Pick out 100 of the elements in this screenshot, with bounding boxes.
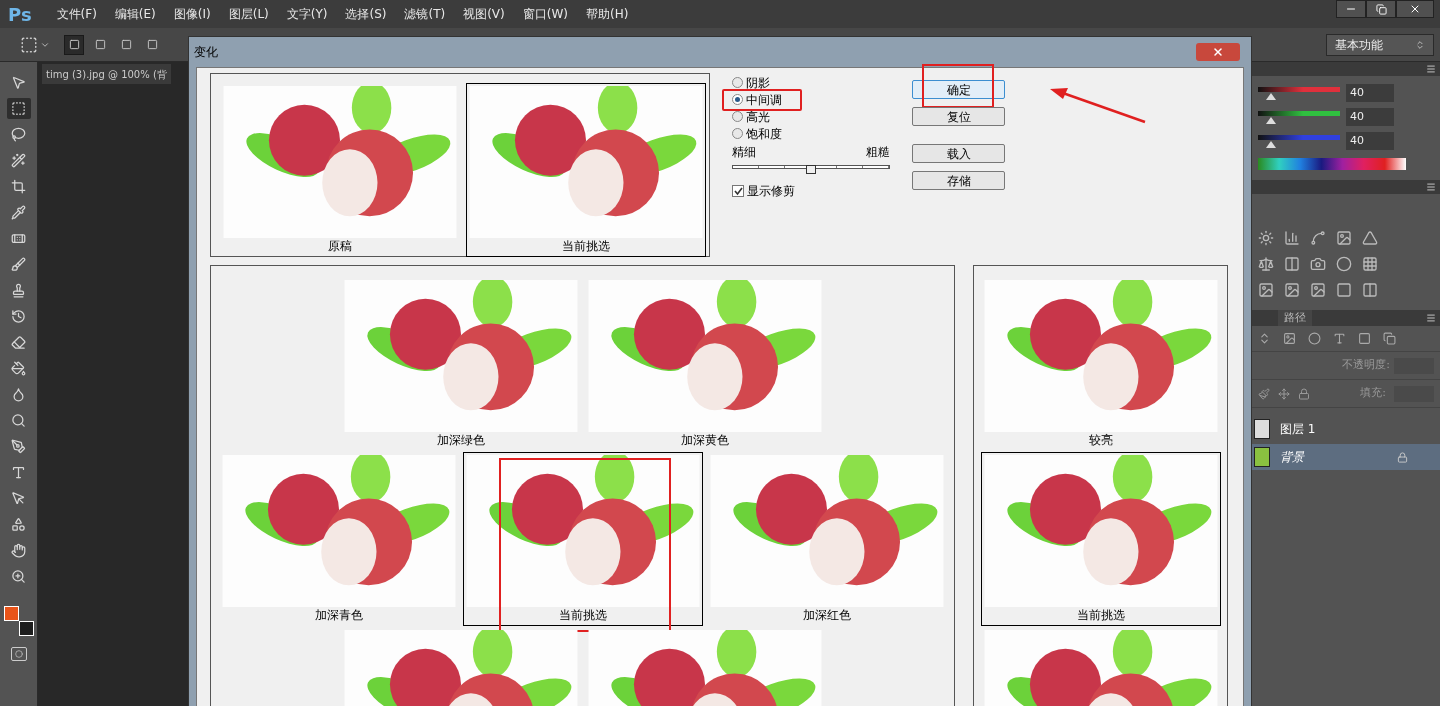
tool-preset-picker[interactable] bbox=[20, 35, 50, 54]
panel-menu-icon[interactable] bbox=[1426, 313, 1436, 323]
workspace-dropdown[interactable]: 基本功能 bbox=[1326, 33, 1434, 56]
layer-filter-icon[interactable] bbox=[1258, 332, 1271, 345]
layer-name: 图层 1 bbox=[1280, 421, 1316, 438]
tone-radio[interactable]: 饱和度 bbox=[732, 125, 890, 142]
adjustment-icon[interactable] bbox=[1362, 230, 1378, 246]
layer-filter-icon[interactable] bbox=[1333, 332, 1346, 345]
color-slider[interactable] bbox=[1258, 133, 1340, 149]
adjustment-icon[interactable] bbox=[1336, 282, 1352, 298]
foreground-color-swatch[interactable] bbox=[3, 606, 19, 621]
menu-item[interactable]: 窗口(W) bbox=[513, 5, 577, 23]
coarse-label: 粗糙 bbox=[866, 144, 890, 161]
lock-position-icon[interactable] bbox=[1278, 387, 1290, 400]
quick-mask-icon[interactable] bbox=[10, 647, 27, 661]
background-color-swatch[interactable] bbox=[18, 621, 34, 636]
current-pick-thumbnail[interactable]: 当前挑选 bbox=[466, 83, 706, 257]
menu-item[interactable]: 图像(I) bbox=[164, 5, 220, 23]
thumbnail-caption: 当前挑选 bbox=[561, 238, 611, 254]
color-spectrum-bar[interactable] bbox=[1258, 158, 1406, 170]
thumbnail-caption: 加深黄色 bbox=[679, 432, 730, 448]
thumbnail-caption: 较亮 bbox=[1087, 432, 1114, 448]
layer-thumbnail bbox=[1254, 447, 1270, 467]
adjustment-icon[interactable] bbox=[1362, 282, 1378, 298]
document-tab[interactable]: timg (3).jpg @ 100% (背 bbox=[42, 64, 171, 84]
panel-menu-icon[interactable] bbox=[1426, 64, 1436, 74]
thumbnail-caption: 加深青色 bbox=[313, 607, 364, 623]
panel-tab[interactable]: 路径 bbox=[1278, 310, 1312, 326]
thumbnail-caption: 加深绿色 bbox=[435, 432, 486, 448]
variation-thumbnail[interactable]: 原稿 bbox=[220, 83, 460, 257]
dialog-button[interactable]: 确定 bbox=[912, 80, 1005, 99]
opacity-label: 不透明度: bbox=[1342, 357, 1390, 374]
adjustment-icon[interactable] bbox=[1258, 256, 1274, 272]
slider-thumb[interactable] bbox=[806, 165, 816, 174]
layer-thumbnail bbox=[1254, 419, 1270, 439]
dialog-button[interactable]: 存储 bbox=[912, 171, 1005, 190]
adjustment-icon[interactable] bbox=[1336, 256, 1352, 272]
thumbnail-caption: 当前挑选 bbox=[1075, 607, 1126, 623]
adjustment-icon[interactable] bbox=[1336, 230, 1352, 246]
restore-icon bbox=[1375, 3, 1387, 15]
menu-item[interactable]: 编辑(E) bbox=[105, 5, 165, 23]
current-pick-thumbnail[interactable]: 当前挑选 bbox=[980, 452, 1221, 626]
tone-radio[interactable]: 高光 bbox=[732, 108, 890, 125]
menu-item[interactable]: 文件(F) bbox=[47, 5, 106, 23]
minimize-button[interactable] bbox=[1336, 0, 1366, 18]
color-slider[interactable] bbox=[1258, 85, 1340, 101]
dialog-title: 变化 bbox=[194, 44, 218, 61]
selection-mode-icon bbox=[120, 39, 132, 50]
channel-value-field[interactable]: 40 bbox=[1346, 84, 1394, 102]
checkmark-icon bbox=[733, 186, 743, 196]
dialog-button[interactable]: 复位 bbox=[912, 107, 1005, 126]
panel-menu-icon[interactable] bbox=[1426, 182, 1436, 192]
layer-filter-icon[interactable] bbox=[1283, 332, 1296, 345]
adjustment-icon[interactable] bbox=[1258, 282, 1274, 298]
color-slider[interactable] bbox=[1258, 109, 1340, 125]
adjustment-icon[interactable] bbox=[1284, 256, 1300, 272]
layer-filter-icon[interactable] bbox=[1383, 332, 1396, 345]
layer-row[interactable]: 背景 bbox=[1252, 444, 1440, 470]
variation-thumbnail[interactable]: 加深黄色 bbox=[584, 277, 825, 451]
tone-radio[interactable]: 中间调 bbox=[732, 91, 890, 108]
channel-value-field[interactable]: 40 bbox=[1346, 108, 1394, 126]
variation-thumbnail[interactable]: 较亮 bbox=[980, 277, 1221, 451]
adjustment-icon[interactable] bbox=[1284, 282, 1300, 298]
menu-item[interactable]: 文字(Y) bbox=[277, 5, 337, 23]
menu-item[interactable]: 滤镜(T) bbox=[395, 5, 455, 23]
adjustment-icon[interactable] bbox=[1258, 230, 1274, 246]
variation-thumbnail[interactable]: 加深青色 bbox=[218, 452, 459, 626]
adjustment-icon[interactable] bbox=[1362, 256, 1378, 272]
adjustment-icon[interactable] bbox=[1284, 230, 1300, 246]
selection-mode-icon bbox=[68, 39, 80, 50]
selection-mode-icon bbox=[94, 39, 106, 50]
layer-filter-icon[interactable] bbox=[1308, 332, 1321, 345]
layer-filter-icon[interactable] bbox=[1358, 332, 1371, 345]
layer-name: 背景 bbox=[1280, 449, 1304, 466]
selection-mode-button[interactable] bbox=[64, 34, 84, 55]
adjustment-icon[interactable] bbox=[1310, 230, 1326, 246]
menu-item[interactable]: 帮助(H) bbox=[577, 5, 638, 23]
tone-radio[interactable]: 阴影 bbox=[732, 74, 890, 91]
variation-thumbnail[interactable]: 加深绿色 bbox=[340, 277, 581, 451]
adjustment-icon[interactable] bbox=[1310, 282, 1326, 298]
marquee-icon[interactable] bbox=[6, 98, 31, 119]
menu-item[interactable]: 选择(S) bbox=[336, 5, 396, 23]
lock-all-icon[interactable] bbox=[1298, 387, 1310, 400]
app-logo: Ps bbox=[8, 2, 32, 27]
amount-slider[interactable] bbox=[732, 162, 890, 176]
dialog-button[interactable]: 载入 bbox=[912, 144, 1005, 163]
close-icon bbox=[1212, 46, 1224, 58]
thumbnail-caption: 原稿 bbox=[327, 238, 353, 254]
menu-item[interactable]: 图层(L) bbox=[219, 5, 278, 23]
current-pick-thumbnail[interactable]: 当前挑选 bbox=[462, 452, 703, 626]
restore-button[interactable] bbox=[1366, 0, 1396, 18]
close-button[interactable] bbox=[1396, 0, 1434, 18]
fill-label: 填充: bbox=[1360, 385, 1386, 402]
marquee-icon bbox=[20, 35, 38, 54]
variation-thumbnail[interactable]: 加深红色 bbox=[706, 452, 947, 626]
show-clipping-checkbox[interactable]: 显示修剪 bbox=[732, 182, 890, 200]
channel-value-field[interactable]: 40 bbox=[1346, 132, 1394, 150]
thumbnail-caption: 当前挑选 bbox=[557, 607, 608, 623]
menu-item[interactable]: 视图(V) bbox=[454, 5, 514, 23]
adjustment-icon[interactable] bbox=[1310, 256, 1326, 272]
